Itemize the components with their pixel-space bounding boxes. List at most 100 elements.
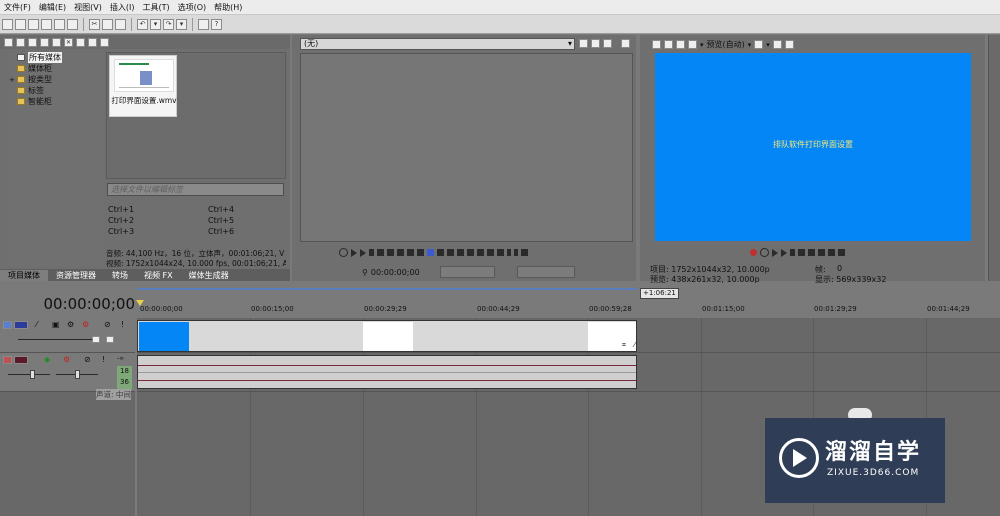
motion-icon[interactable]: ▣ [52,320,60,329]
fit-left-icon[interactable] [487,249,494,256]
tree-item-media-bins[interactable]: 媒体柜 [9,63,104,74]
expand-icon[interactable]: + [9,76,17,84]
previous-frame-icon[interactable] [407,249,414,256]
audio-clip[interactable] [137,355,637,389]
play-icon[interactable] [360,248,366,257]
project-properties-icon[interactable] [652,40,661,49]
chevron-down-icon[interactable]: ▾ [700,41,704,49]
expand-track-icon[interactable] [92,336,100,343]
solo-icon[interactable]: ⊘ [104,320,111,329]
view-icon[interactable] [88,37,97,47]
arm-record-icon[interactable]: ◆ [44,355,50,364]
level-slider[interactable] [18,339,100,340]
external-monitor-icon[interactable] [664,40,673,49]
trimmer-in-field[interactable] [440,266,495,278]
monitor-icon[interactable] [621,39,630,48]
save-snapshot-icon[interactable] [784,40,794,49]
snap-icon[interactable] [198,18,209,30]
loop-icon[interactable] [339,248,348,257]
mute-icon[interactable]: ⚙ [82,320,89,329]
undo-dropdown-icon[interactable]: ▾ [150,18,161,30]
chevron-down-icon[interactable]: ▾ [748,41,752,49]
previous-frame-icon[interactable] [828,249,835,256]
web-icon[interactable] [40,37,49,47]
menu-options[interactable]: 选项(O) [174,2,211,13]
add-marker-icon[interactable] [457,249,464,256]
add-to-timeline-icon[interactable] [579,39,588,48]
tree-item-all-media[interactable]: 所有媒体 [9,52,104,63]
pan-slider-handle[interactable] [75,370,80,379]
remove-icon[interactable]: ✕ [64,37,73,47]
play-icon[interactable] [781,248,787,257]
properties-icon[interactable] [67,18,78,30]
prev-marker-icon[interactable] [514,249,518,256]
media-properties-icon[interactable] [76,37,85,47]
record-icon[interactable] [750,249,757,256]
media-thumbnail[interactable]: 打印界面设置.wmv [109,55,177,117]
trimmer-select[interactable]: (无) ▾ [300,38,575,50]
play-from-start-icon[interactable] [772,248,778,257]
redo-icon[interactable]: ↷ [163,18,174,30]
copy-icon[interactable] [102,18,113,30]
more-icon[interactable]: ! [121,320,124,329]
crop-icon[interactable]: ⌗ [622,341,626,350]
stop-icon[interactable] [798,249,805,256]
search-media-icon[interactable] [100,37,109,47]
more-icon[interactable]: ! [102,355,105,364]
clear-icon[interactable] [603,39,612,48]
automation-icon[interactable] [106,336,114,343]
tab-explorer[interactable]: 资源管理器 [48,270,104,281]
chevron-down-icon[interactable]: ▾ [766,41,770,49]
fx-icon[interactable]: ⁄ [36,320,37,329]
cut-icon[interactable]: ✂ [89,18,100,30]
next-marker-icon[interactable] [521,249,528,256]
compositing-icon[interactable]: ⚙ [67,320,74,329]
next-frame-icon[interactable] [838,249,845,256]
set-in-icon[interactable] [437,249,444,256]
trimmer-out-field[interactable] [517,266,575,278]
tag-input[interactable]: 选择文件以编辑标签 [107,183,284,196]
fx-icon[interactable]: ⁄ [634,341,635,349]
get-media-icon[interactable] [28,37,37,47]
save-as-icon[interactable] [41,18,52,30]
fit-right-icon[interactable] [497,249,504,256]
play-from-start-icon[interactable] [351,248,357,257]
volume-slider-handle[interactable] [30,370,35,379]
stop-icon[interactable] [377,249,384,256]
undo-icon[interactable]: ↶ [137,18,148,30]
set-out-icon[interactable] [447,249,454,256]
overwrite-icon[interactable] [477,249,484,256]
refresh-icon[interactable] [52,37,61,47]
open-icon[interactable] [15,18,26,30]
menu-tools[interactable]: 工具(T) [138,2,173,13]
overlays-icon[interactable] [688,40,697,49]
playhead-marker[interactable] [136,300,144,306]
tab-media-generators[interactable]: 媒体生成器 [181,270,237,281]
insert-icon[interactable] [467,249,474,256]
menu-file[interactable]: 文件(F) [0,2,35,13]
preview-quality-select[interactable]: 预览(自动) [707,39,745,50]
go-to-start-icon[interactable] [387,249,394,256]
tree-item-tags[interactable]: 标签 [9,85,104,96]
tab-project-media[interactable]: 项目媒体 [0,270,48,281]
pin-icon[interactable] [591,39,600,48]
redo-dropdown-icon[interactable]: ▾ [176,18,187,30]
pause-icon[interactable] [790,249,795,256]
grid-icon[interactable] [754,40,764,49]
tree-item-by-type[interactable]: + 按类型 [9,74,104,85]
video-clip[interactable]: ⌗ ⁄ [137,320,637,352]
whats-this-icon[interactable]: ? [211,18,222,30]
paste-icon[interactable] [115,18,126,30]
menu-edit[interactable]: 编辑(E) [35,2,70,13]
timeline-ruler[interactable]: 00:00:00;00 00:00:15;00 00:00:29;29 00:0… [137,305,1000,317]
go-to-end-icon[interactable] [818,249,825,256]
volume-slider[interactable] [8,374,50,375]
tab-transitions[interactable]: 转场 [104,270,136,281]
copy-snapshot-icon[interactable] [772,40,782,49]
tree-item-smart-bins[interactable]: 智能柜 [9,96,104,107]
next-frame-icon[interactable] [417,249,424,256]
import-media-icon[interactable] [4,37,13,47]
go-to-start-icon[interactable] [808,249,815,256]
add-region-icon[interactable] [507,249,511,256]
tab-video-fx[interactable]: 视频 FX [136,270,181,281]
